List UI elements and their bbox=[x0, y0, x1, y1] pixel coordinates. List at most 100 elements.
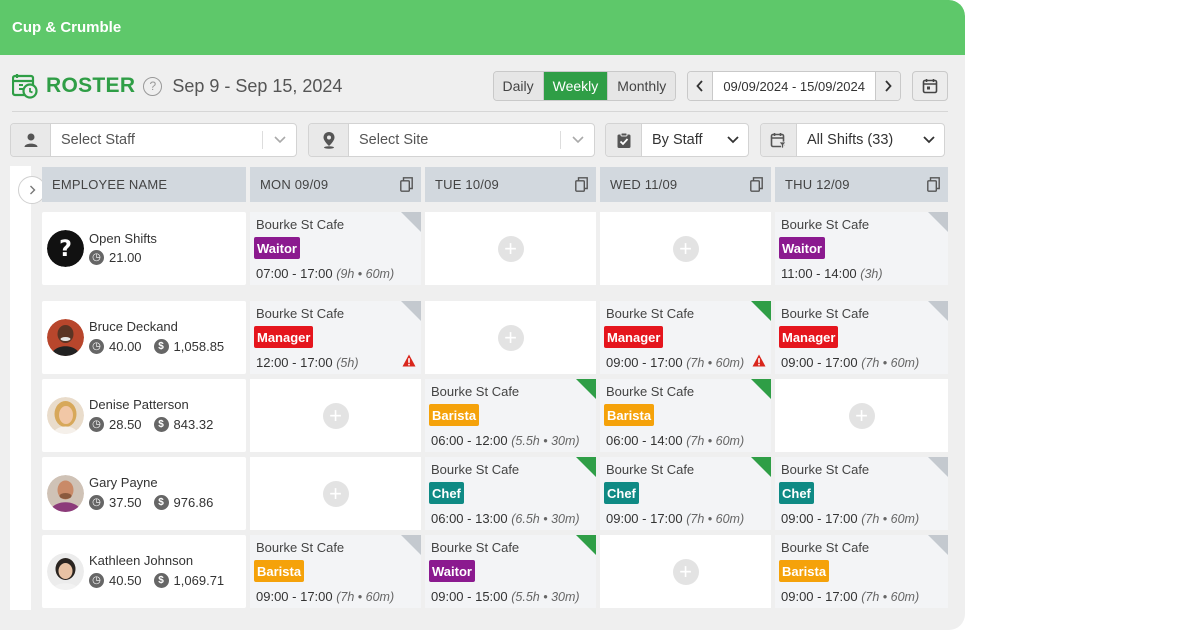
employee-row-header[interactable]: Kathleen Johnson ◷ 40.50 $1,069.71 bbox=[42, 535, 246, 608]
group-by-select[interactable]: By Staff bbox=[605, 123, 749, 157]
shift-duration: (7h • 60m) bbox=[686, 356, 745, 370]
copy-icon[interactable] bbox=[927, 177, 940, 192]
page-title: ROSTER bbox=[46, 74, 136, 97]
status-corner-indicator bbox=[928, 457, 948, 477]
status-corner-indicator bbox=[928, 212, 948, 232]
warning-icon[interactable] bbox=[402, 354, 416, 367]
copy-icon[interactable] bbox=[400, 177, 413, 192]
site-filter-caret[interactable] bbox=[560, 131, 594, 149]
empty-shift-cell[interactable]: + bbox=[775, 379, 948, 452]
warning-icon[interactable] bbox=[752, 354, 766, 367]
location-pin-icon bbox=[323, 132, 334, 149]
shift-time: 07:00 - 17:00 (9h • 60m) bbox=[256, 266, 394, 281]
employee-pay: 1,069.71 bbox=[173, 573, 225, 588]
add-shift-icon[interactable]: + bbox=[848, 402, 875, 429]
employee-row-header[interactable]: Denise Patterson ◷ 28.50 $843.32 bbox=[42, 379, 246, 452]
site-filter[interactable]: Select Site bbox=[308, 123, 595, 157]
shift-card[interactable]: Bourke St Cafe Barista 06:00 - 12:00 (5.5h… bbox=[425, 379, 596, 452]
column-header-label: EMPLOYEE NAME bbox=[52, 177, 168, 192]
shift-time-range: 11:00 - 14:00 bbox=[781, 266, 857, 281]
empty-shift-cell[interactable]: + bbox=[425, 301, 596, 374]
employee-row-header[interactable]: ? Open Shifts ◷ 21.00 bbox=[42, 212, 246, 285]
employee-name: Bruce Deckand bbox=[89, 319, 178, 334]
view-switcher: Daily Weekly Monthly bbox=[492, 71, 677, 101]
dollar-icon: $ bbox=[153, 339, 169, 354]
shift-type-caret[interactable] bbox=[914, 124, 944, 156]
staff-filter[interactable]: Select Staff bbox=[10, 123, 297, 157]
shift-card[interactable]: Bourke St Cafe Chef 09:00 - 17:00 (7h • 60… bbox=[775, 457, 948, 530]
employee-row-header[interactable]: Gary Payne ◷ 37.50 $976.86 bbox=[42, 457, 246, 530]
shift-card[interactable]: Bourke St Cafe Chef 06:00 - 13:00 (6.5h • … bbox=[425, 457, 596, 530]
shift-card[interactable]: Bourke St Cafe Manager 12:00 - 17:00 (5h) bbox=[250, 301, 421, 374]
employee-hours: 40.00 bbox=[109, 339, 142, 354]
shift-type-select[interactable]: All Shifts (33) bbox=[760, 123, 945, 157]
shift-card[interactable]: Bourke St Cafe Waitor 09:00 - 15:00 (5.5h … bbox=[425, 535, 596, 608]
view-weekly-button[interactable]: Weekly bbox=[543, 72, 609, 100]
employee-pay: 1,058.85 bbox=[173, 339, 225, 354]
help-icon[interactable]: ? bbox=[143, 76, 163, 96]
chevron-down-icon bbox=[273, 136, 286, 144]
view-monthly-button[interactable]: Monthly bbox=[608, 72, 676, 100]
shift-card[interactable]: Bourke St Cafe Waitor 07:00 - 17:00 (9h • … bbox=[250, 212, 421, 285]
clipboard-check-icon bbox=[617, 132, 630, 148]
shift-duration: (5.5h • 30m) bbox=[511, 590, 580, 604]
clock-icon: ◷ bbox=[89, 339, 104, 354]
shift-role-badge: Chef bbox=[604, 482, 639, 504]
site-filter-icon-box bbox=[309, 124, 349, 156]
shift-site: Bourke St Cafe bbox=[431, 540, 520, 555]
shift-time-range: 06:00 - 12:00 bbox=[431, 433, 508, 448]
shift-time: 09:00 - 17:00 (7h • 60m) bbox=[606, 355, 744, 370]
empty-shift-cell[interactable]: + bbox=[600, 212, 771, 285]
shift-time-range: 06:00 - 14:00 bbox=[606, 433, 683, 448]
shift-card[interactable]: Bourke St Cafe Manager 09:00 - 17:00 (7h •… bbox=[600, 301, 771, 374]
shift-card[interactable]: Bourke St Cafe Barista 06:00 - 14:00 (7h •… bbox=[600, 379, 771, 452]
shift-card[interactable]: Bourke St Cafe Manager 09:00 - 17:00 (7h •… bbox=[775, 301, 948, 374]
add-shift-icon[interactable]: + bbox=[322, 480, 349, 507]
column-header-wed: WED 11/09 bbox=[600, 167, 771, 202]
group-by-caret[interactable] bbox=[718, 124, 748, 156]
staff-filter-caret[interactable] bbox=[262, 131, 296, 149]
view-daily-button[interactable]: Daily bbox=[493, 72, 544, 100]
empty-shift-cell[interactable]: + bbox=[425, 212, 596, 285]
copy-icon[interactable] bbox=[575, 177, 588, 192]
column-header-label: WED 11/09 bbox=[610, 177, 678, 192]
add-shift-icon[interactable]: + bbox=[672, 235, 699, 262]
date-range-field[interactable]: 09/09/2024 - 15/09/2024 bbox=[712, 72, 876, 100]
shift-time: 11:00 - 14:00 (3h) bbox=[781, 266, 883, 281]
status-corner-indicator bbox=[401, 535, 421, 555]
empty-shift-cell[interactable]: + bbox=[250, 379, 421, 452]
calendar-button[interactable] bbox=[912, 71, 948, 101]
shift-site: Bourke St Cafe bbox=[781, 462, 870, 477]
group-by-icon-box bbox=[606, 124, 642, 156]
shift-site: Bourke St Cafe bbox=[431, 384, 520, 399]
shift-site: Bourke St Cafe bbox=[256, 217, 345, 232]
shift-card[interactable]: Bourke St Cafe Waitor 11:00 - 14:00 (3h) bbox=[775, 212, 948, 285]
avatar-bruce bbox=[47, 319, 84, 356]
status-corner-indicator bbox=[751, 379, 771, 399]
previous-week-button[interactable] bbox=[688, 72, 713, 100]
shift-role-badge: Barista bbox=[254, 560, 305, 582]
add-shift-icon[interactable]: + bbox=[497, 235, 524, 262]
shift-card[interactable]: Bourke St Cafe Barista 09:00 - 17:00 (7h •… bbox=[250, 535, 421, 608]
shift-card[interactable]: Bourke St Cafe Chef 09:00 - 17:00 (7h • 60… bbox=[600, 457, 771, 530]
add-shift-icon[interactable]: + bbox=[322, 402, 349, 429]
shift-time: 09:00 - 17:00 (7h • 60m) bbox=[781, 355, 919, 370]
column-header-label: THU 12/09 bbox=[785, 177, 850, 192]
empty-shift-cell[interactable]: + bbox=[600, 535, 771, 608]
add-shift-icon[interactable]: + bbox=[497, 324, 524, 351]
dollar-icon: $ bbox=[153, 495, 169, 510]
add-shift-icon[interactable]: + bbox=[672, 558, 699, 585]
copy-icon[interactable] bbox=[750, 177, 763, 192]
person-icon bbox=[24, 133, 37, 147]
next-week-button[interactable] bbox=[876, 72, 900, 100]
shift-time: 06:00 - 14:00 (7h • 60m) bbox=[606, 433, 744, 448]
employee-row-header[interactable]: Bruce Deckand ◷ 40.00 $1,058.85 bbox=[42, 301, 246, 374]
shift-role-badge: Barista bbox=[604, 404, 655, 426]
empty-shift-cell[interactable]: + bbox=[250, 457, 421, 530]
header-divider bbox=[12, 111, 948, 112]
calendar-icon bbox=[922, 79, 938, 94]
clock-icon: ◷ bbox=[89, 417, 104, 432]
shift-time-range: 09:00 - 17:00 bbox=[256, 589, 333, 604]
shift-card[interactable]: Bourke St Cafe Barista 09:00 - 17:00 (7h •… bbox=[775, 535, 948, 608]
shift-type-value: All Shifts (33) bbox=[807, 132, 894, 148]
